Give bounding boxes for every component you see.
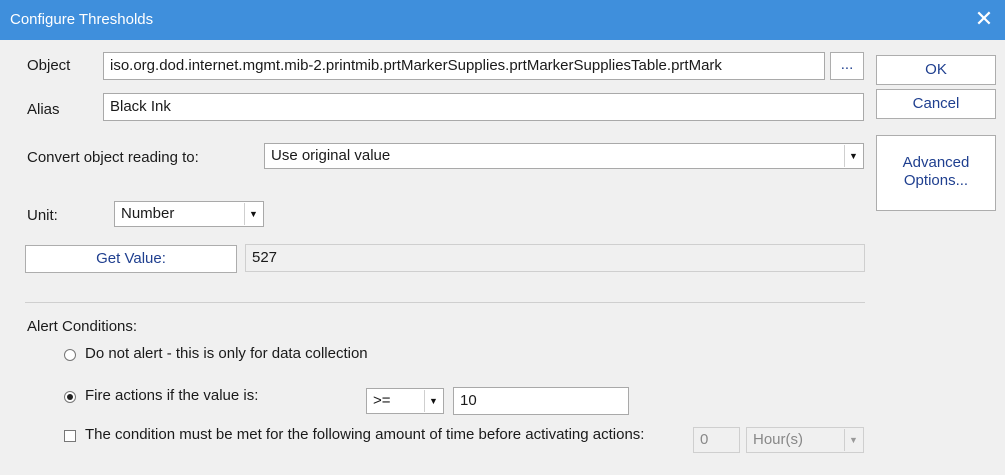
dropdown-arrow-icon[interactable]: ▼ [844,429,862,451]
operator-select[interactable]: >= ▼ [366,388,444,414]
window-title: Configure Thresholds [10,11,154,28]
fire-actions-radio[interactable] [64,391,76,403]
convert-select-value: Use original value [271,147,391,164]
close-icon[interactable]: ✕ [969,4,999,34]
operator-select-value: >= [373,392,391,409]
advanced-options-button[interactable]: Advanced Options... [876,135,996,211]
unit-label: Unit: [27,207,58,224]
unit-select-value: Number [121,205,175,222]
no-alert-radio[interactable] [64,349,76,361]
alias-label: Alias [27,101,60,118]
duration-checkbox[interactable] [64,430,76,442]
object-label: Object [27,57,71,74]
duration-value-input[interactable]: 0 [693,427,740,453]
dropdown-arrow-icon[interactable]: ▼ [844,145,862,167]
separator [25,302,865,303]
threshold-input[interactable]: 10 [453,387,629,415]
fire-actions-label[interactable]: Fire actions if the value is: [85,387,258,404]
title-bar: Configure Thresholds ✕ [0,0,1005,40]
no-alert-label[interactable]: Do not alert - this is only for data col… [85,345,368,362]
get-value-button[interactable]: Get Value: [25,245,237,273]
duration-unit-select[interactable]: Hour(s) ▼ [746,427,864,453]
convert-label: Convert object reading to: [27,149,199,166]
alias-input[interactable]: Black Ink [103,93,864,121]
duration-unit-value: Hour(s) [753,431,804,448]
ok-button[interactable]: OK [876,55,996,85]
cancel-button[interactable]: Cancel [876,89,996,119]
value-result-field: 527 [245,244,865,272]
dropdown-arrow-icon[interactable]: ▼ [424,390,442,412]
dropdown-arrow-icon[interactable]: ▼ [244,203,262,225]
duration-label[interactable]: The condition must be met for the follow… [85,426,685,444]
alert-conditions-heading: Alert Conditions: [27,318,138,335]
browse-object-button[interactable]: ... [830,52,864,80]
object-field[interactable]: iso.org.dod.internet.mgmt.mib-2.printmib… [103,52,825,80]
unit-select[interactable]: Number ▼ [114,201,264,227]
convert-select[interactable]: Use original value ▼ [264,143,864,169]
